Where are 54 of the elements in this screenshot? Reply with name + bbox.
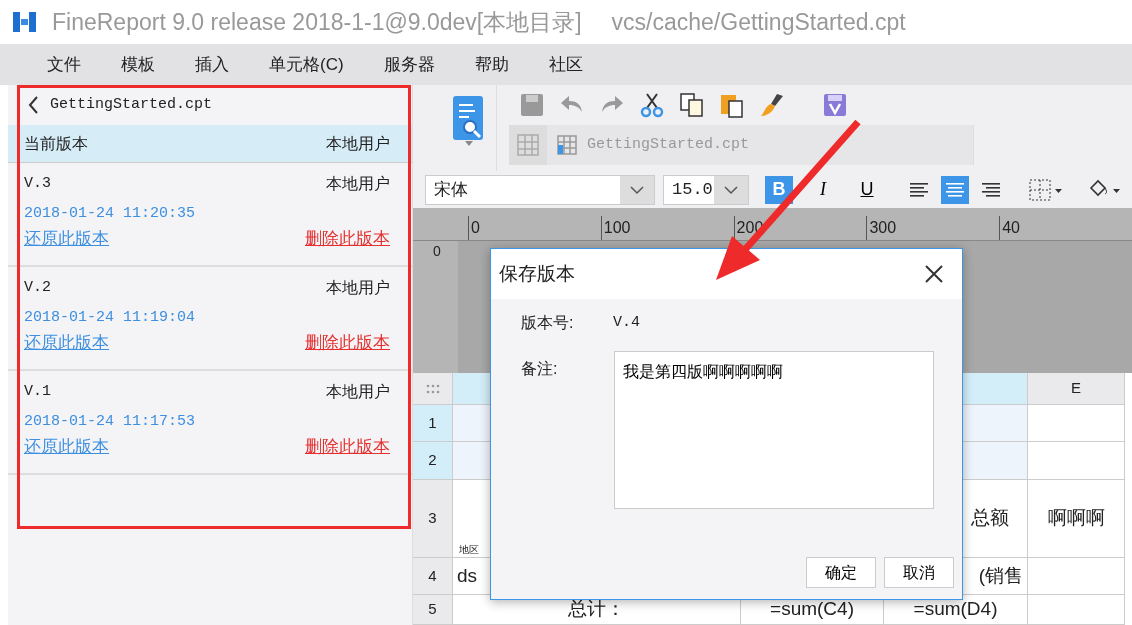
delete-version-link[interactable]: 删除此版本 — [305, 433, 390, 459]
version-time: 2018-01-24 11:20:35 — [24, 204, 197, 224]
version-number: V.3 — [24, 173, 51, 194]
row-header[interactable]: 1 — [413, 405, 453, 442]
template-search-icon[interactable] — [451, 95, 486, 141]
brush-icon[interactable] — [759, 92, 785, 118]
vertical-ruler: 0 — [413, 240, 458, 373]
column-header[interactable]: E — [1028, 373, 1125, 405]
row-header[interactable]: 3 — [413, 480, 453, 558]
sheet-icon — [557, 135, 577, 155]
font-select[interactable]: 宋体 — [425, 174, 655, 205]
row-header[interactable]: 2 — [413, 442, 453, 480]
version-user: 本地用户 — [326, 174, 390, 194]
version-number: V.2 — [24, 277, 51, 298]
menu-item[interactable]: 模板 — [121, 51, 155, 78]
menu-item[interactable]: 服务器 — [383, 51, 435, 78]
window-title: FineReport 9.0 release 2018-1-1@9.0dev[本地目录] — [52, 7, 582, 37]
confirm-button[interactable]: 确定 — [806, 557, 876, 588]
menu-item[interactable]: 帮助 — [474, 51, 509, 78]
underline-button[interactable]: U — [853, 175, 881, 204]
version-time: 2018-01-24 11:19:04 — [24, 308, 197, 328]
note-field[interactable]: 我是第四版啊啊啊啊啊 — [614, 351, 934, 509]
column-header: 本地用户 — [326, 133, 390, 154]
close-icon[interactable] — [924, 264, 944, 284]
copy-icon[interactable] — [679, 92, 705, 118]
app-logo-icon — [12, 10, 38, 34]
version-number: V.1 — [24, 381, 51, 402]
menu-item[interactable]: 社区 — [548, 51, 583, 78]
table-cell: 啊啊啊 — [1028, 480, 1125, 558]
file-path: vcs/cache/GettingStarted.cpt — [611, 7, 906, 37]
menu-item[interactable]: 单元格(C) — [269, 51, 344, 78]
version-user: 本地用户 — [326, 382, 390, 402]
column-header: 当前版本 — [24, 133, 88, 154]
menu-item[interactable]: 文件 — [47, 51, 81, 78]
row-header[interactable]: 4 — [413, 558, 453, 595]
file-name: GettingStarted.cpt — [50, 94, 213, 115]
version-time: 2018-01-24 11:17:53 — [24, 412, 197, 432]
version-label: 版本号: — [521, 313, 575, 333]
row-header[interactable]: 5 — [413, 595, 453, 625]
paste-icon[interactable] — [719, 92, 745, 118]
version-user: 本地用户 — [326, 278, 390, 298]
menu-item[interactable]: 插入 — [195, 51, 229, 78]
font-size-select[interactable]: 15.0 — [663, 174, 749, 205]
dialog-title: 保存版本 — [499, 261, 575, 286]
version-save-icon[interactable] — [822, 92, 848, 118]
align-center-button[interactable] — [941, 175, 969, 204]
cancel-button[interactable]: 取消 — [884, 557, 954, 588]
version-number: V.4 — [613, 312, 640, 333]
note-label: 备注: — [521, 359, 559, 379]
italic-button[interactable]: I — [809, 175, 837, 204]
borders-icon[interactable] — [1029, 178, 1063, 201]
cut-icon[interactable] — [639, 92, 665, 118]
delete-version-link[interactable]: 删除此版本 — [305, 329, 390, 355]
delete-version-link[interactable]: 删除此版本 — [305, 225, 390, 251]
